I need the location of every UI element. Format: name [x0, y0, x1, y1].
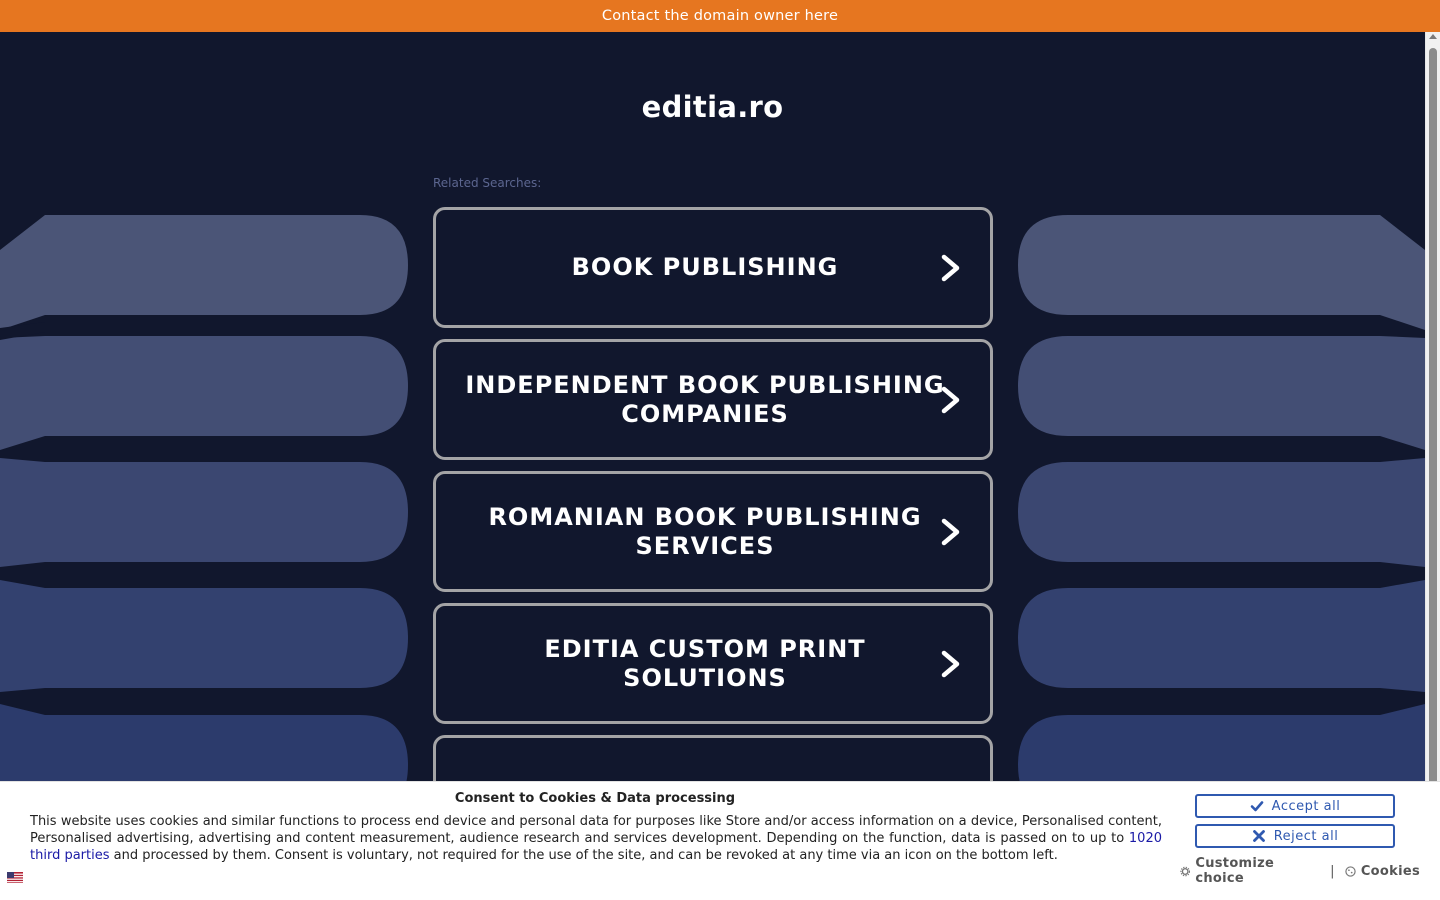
- related-searches-label: Related Searches:: [433, 176, 542, 190]
- cookie-consent-banner: Consent to Cookies & Data processing Thi…: [0, 781, 1440, 900]
- gear-icon: [1180, 866, 1191, 876]
- related-search-item[interactable]: INDEPENDENT BOOK PUBLISHING COMPANIES: [433, 339, 993, 460]
- right-decoration: [1018, 215, 1425, 822]
- cookies-label: Cookies: [1360, 863, 1420, 879]
- cookies-link[interactable]: Cookies: [1345, 864, 1420, 879]
- consent-links: Customize choice | Cookies: [1180, 856, 1420, 886]
- consent-text-part1: This website uses cookies and similar fu…: [30, 814, 1162, 846]
- scroll-up-arrow-icon[interactable]: [1429, 34, 1437, 39]
- consent-text: This website uses cookies and similar fu…: [30, 813, 1162, 864]
- scrollbar[interactable]: [1425, 32, 1440, 900]
- cookie-icon: [1345, 865, 1356, 877]
- consent-title: Consent to Cookies & Data processing: [454, 791, 736, 806]
- related-search-item[interactable]: BOOK PUBLISHING: [433, 207, 993, 328]
- x-icon: [1252, 830, 1265, 842]
- check-icon: [1250, 801, 1263, 812]
- page-title: editia.ro: [641, 90, 784, 124]
- related-search-item[interactable]: EDITIA CUSTOM PRINT SOLUTIONS: [433, 603, 993, 724]
- reject-all-label: Reject all: [1273, 828, 1339, 844]
- us-flag-icon[interactable]: [7, 872, 23, 883]
- chevron-right-icon: [941, 254, 960, 281]
- chevron-right-icon: [941, 518, 960, 545]
- accept-all-label: Accept all: [1271, 798, 1341, 814]
- scrollbar-thumb[interactable]: [1429, 48, 1437, 788]
- contact-bar: Contact the domain owner here: [0, 0, 1440, 32]
- chevron-right-icon: [941, 650, 960, 677]
- reject-all-button[interactable]: Reject all: [1195, 824, 1395, 848]
- related-search-label: BOOK PUBLISHING: [571, 253, 839, 281]
- left-decoration: [0, 215, 408, 822]
- related-search-label: EDITIA CUSTOM PRINT SOLUTIONS: [544, 634, 866, 692]
- related-search-item[interactable]: ROMANIAN BOOK PUBLISHING SERVICES: [433, 471, 993, 592]
- customize-choice-link[interactable]: Customize choice: [1180, 856, 1320, 886]
- related-searches-list: BOOK PUBLISHING INDEPENDENT BOOK PUBLISH…: [433, 207, 993, 867]
- related-search-label: ROMANIAN BOOK PUBLISHING SERVICES: [488, 502, 922, 560]
- contact-owner-link[interactable]: Contact the domain owner here: [602, 8, 838, 24]
- parked-domain-page: Contact the domain owner here editia.ro …: [0, 0, 1440, 900]
- link-separator: |: [1330, 863, 1335, 879]
- customize-choice-label: Customize choice: [1195, 856, 1275, 886]
- accept-all-button[interactable]: Accept all: [1195, 794, 1395, 818]
- chevron-right-icon: [941, 386, 960, 413]
- consent-text-part2: and processed by them. Consent is volunt…: [109, 848, 1058, 863]
- related-search-label: INDEPENDENT BOOK PUBLISHING COMPANIES: [465, 370, 945, 428]
